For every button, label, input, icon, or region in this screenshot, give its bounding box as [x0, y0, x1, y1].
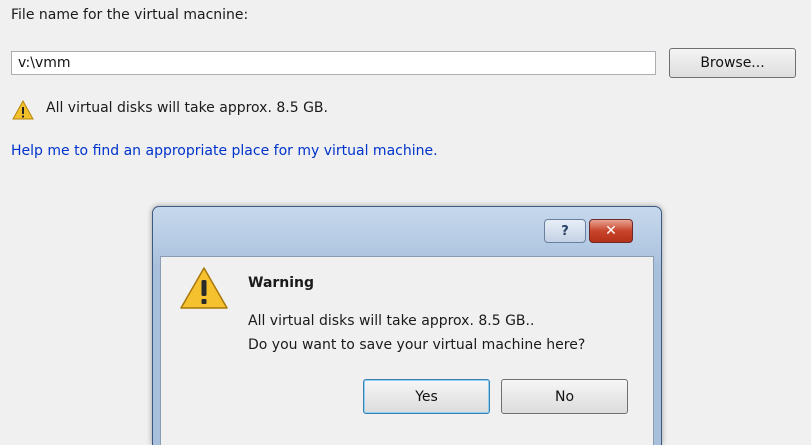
warning-icon	[180, 267, 228, 309]
warning-dialog: ? ✕ Warning All virtual disks will take …	[152, 206, 662, 445]
help-icon: ?	[561, 223, 569, 239]
disk-size-notice: All virtual disks will take approx. 8.5 …	[46, 100, 328, 116]
file-path-input[interactable]	[11, 51, 656, 75]
find-location-help-link[interactable]: Help me to find an appropriate place for…	[11, 143, 438, 159]
dialog-message-question: Do you want to save your virtual machine…	[248, 337, 586, 353]
file-name-label: File name for the virtual macnine:	[11, 7, 249, 23]
dialog-close-button[interactable]: ✕	[589, 219, 633, 243]
yes-button[interactable]: Yes	[363, 379, 490, 414]
dialog-message-size: All virtual disks will take approx. 8.5 …	[248, 313, 535, 329]
no-button[interactable]: No	[501, 379, 628, 414]
warning-icon	[12, 99, 34, 120]
close-icon: ✕	[605, 223, 617, 239]
dialog-heading: Warning	[248, 275, 315, 291]
browse-button[interactable]: Browse...	[669, 48, 796, 78]
dialog-help-button[interactable]: ?	[544, 219, 586, 243]
